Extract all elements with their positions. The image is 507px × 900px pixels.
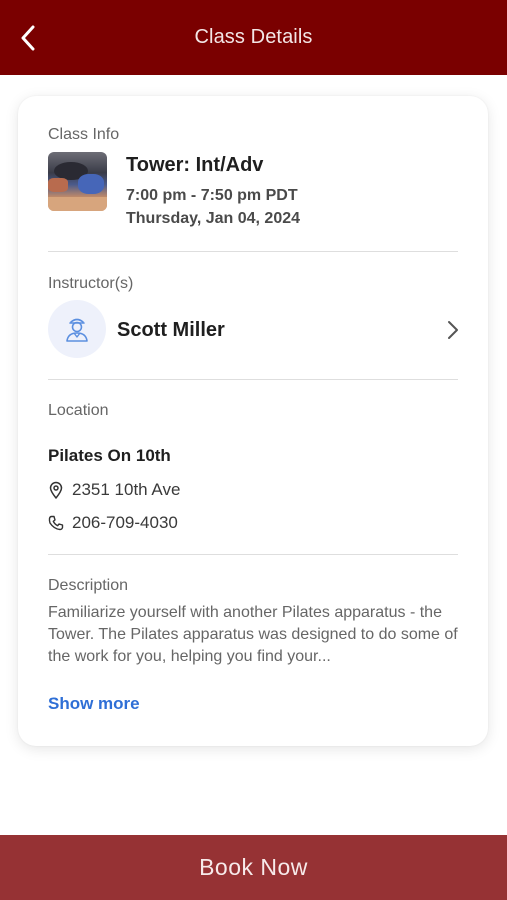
class-time: 7:00 pm - 7:50 pm PDT — [126, 187, 298, 204]
divider — [48, 554, 458, 555]
phone-icon — [48, 514, 64, 532]
location-label: Location — [48, 402, 109, 419]
address-text: 2351 10th Ave — [72, 480, 181, 499]
phone-line[interactable]: 206-709-4030 — [48, 513, 178, 533]
avatar — [48, 300, 106, 358]
divider — [48, 251, 458, 252]
chevron-left-icon — [21, 25, 35, 51]
back-button[interactable] — [10, 18, 46, 58]
location-name: Pilates On 10th — [48, 446, 171, 465]
address-line[interactable]: 2351 10th Ave — [48, 480, 180, 500]
map-pin-icon — [48, 481, 64, 499]
description-text: Familiarize yourself with another Pilate… — [48, 604, 458, 665]
class-date: Thursday, Jan 04, 2024 — [126, 210, 301, 227]
phone-text: 206-709-4030 — [72, 513, 178, 532]
person-icon — [66, 318, 88, 342]
book-now-button[interactable]: Book Now — [0, 835, 507, 900]
divider — [48, 379, 458, 380]
instructor-row[interactable]: Scott Miller — [48, 299, 460, 359]
show-more-link[interactable]: Show more — [48, 694, 140, 714]
class-info-label: Class Info — [48, 126, 120, 143]
instructor-name: Scott Miller — [117, 319, 225, 341]
chevron-right-icon — [448, 321, 458, 339]
instructors-label: Instructor(s) — [48, 275, 134, 292]
page-title: Class Details — [194, 26, 313, 48]
description-label: Description — [48, 577, 129, 594]
class-details-screen: Class Details Class Info Tower: Int/Adv … — [0, 0, 507, 900]
class-name: Tower: Int/Adv — [126, 154, 264, 176]
app-header: Class Details — [0, 0, 507, 75]
class-thumbnail — [48, 152, 107, 211]
class-details-card: Class Info Tower: Int/Adv 7:00 pm - 7:50… — [18, 96, 488, 746]
